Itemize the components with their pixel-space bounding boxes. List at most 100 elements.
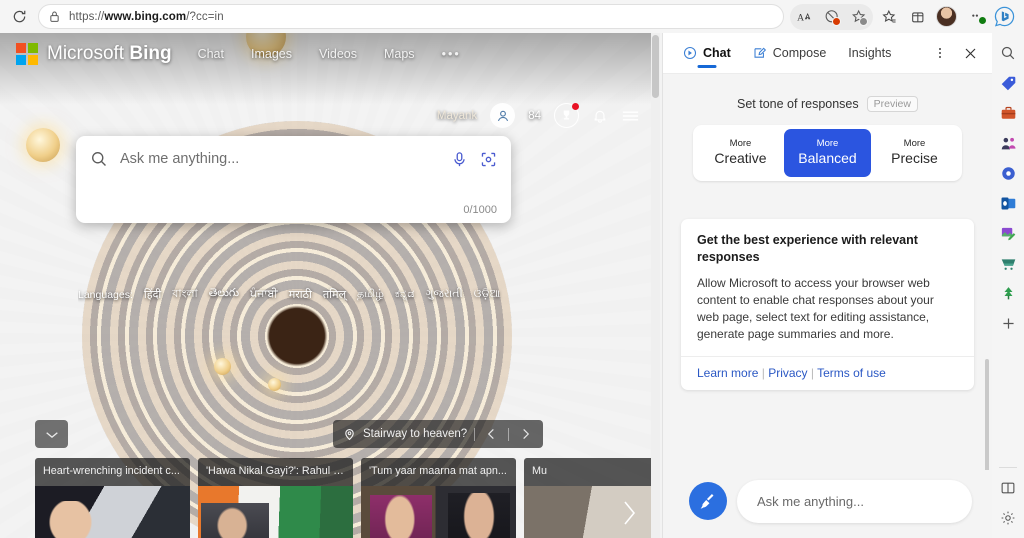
address-bar[interactable]: https://www.bing.com/?cc=in <box>38 4 784 29</box>
tone-balanced[interactable]: More Balanced <box>784 129 871 177</box>
profile-avatar[interactable] <box>933 4 960 30</box>
compose-pencil-icon <box>753 46 767 60</box>
bing-chat-panel: Chat Compose Insights Set tone of respon… <box>662 33 992 538</box>
language-link-gujarati[interactable]: ગુજરાતી <box>425 288 462 301</box>
tone-label: Balanced <box>798 150 857 166</box>
link-separator: | <box>761 366 765 380</box>
bing-nav-more-icon[interactable]: ••• <box>442 48 461 61</box>
chat-input[interactable] <box>757 493 952 509</box>
chat-content-area: Set tone of responses Preview More Creat… <box>663 74 992 470</box>
location-pin-icon <box>343 428 356 441</box>
tab-compose[interactable]: Compose <box>742 33 838 74</box>
svg-text:A: A <box>797 12 804 23</box>
visual-search-icon[interactable] <box>480 151 497 168</box>
news-card-title: 'Hawa Nikal Gayi?': Rahul G... <box>206 465 351 477</box>
tone-precise[interactable]: More Precise <box>871 129 958 177</box>
microsoft-logo-icon <box>16 43 38 65</box>
bing-nav-maps[interactable]: Maps <box>384 47 415 61</box>
page-scrollbar[interactable] <box>651 33 660 538</box>
learn-more-link[interactable]: Learn more <box>697 366 758 380</box>
rail-outlook-icon[interactable] <box>994 189 1022 217</box>
tone-prefix: More <box>729 138 752 149</box>
bing-homepage: Microsoft Bing Chat Images Videos Maps •… <box>0 33 660 538</box>
language-link-punjabi[interactable]: ਪੰਜਾਬੀ <box>250 288 278 301</box>
rail-settings-icon[interactable] <box>994 504 1022 532</box>
privacy-link[interactable]: Privacy <box>768 366 807 380</box>
read-aloud-icon[interactable]: A <box>791 4 818 30</box>
language-link-tamil-dev[interactable]: तमिल् <box>323 287 346 302</box>
microphone-icon[interactable] <box>451 151 468 168</box>
rail-split-screen-icon[interactable] <box>994 474 1022 502</box>
news-card-3[interactable]: 'Tum yaar maarna mat apn... <box>361 458 516 538</box>
language-link-kannada[interactable]: ಕನ್ನಡ <box>395 288 415 301</box>
tone-prefix: More <box>816 138 839 149</box>
rail-tools-icon[interactable] <box>994 99 1022 127</box>
language-link-hindi[interactable]: हिंदी <box>144 287 161 302</box>
bing-nav: Chat Images Videos Maps ••• <box>198 47 461 61</box>
hamburger-menu-icon[interactable] <box>621 108 640 124</box>
new-topic-broom-icon[interactable] <box>689 482 727 520</box>
collections-icon[interactable] <box>875 4 902 30</box>
avatar[interactable] <box>490 103 516 128</box>
news-card-1[interactable]: Heart-wrenching incident c... <box>35 458 190 538</box>
rail-shopping-icon[interactable] <box>994 249 1022 277</box>
bing-nav-chat[interactable]: Chat <box>198 47 224 61</box>
language-link-odia[interactable]: ଓଡ଼ିଆ <box>474 288 500 301</box>
refresh-icon[interactable] <box>6 4 32 30</box>
hero-caption-text: Stairway to heaven? <box>363 428 468 440</box>
language-link-tamil[interactable]: தமிழ் <box>357 288 384 302</box>
carousel-next-button[interactable] <box>516 428 535 440</box>
news-card-2[interactable]: 'Hawa Nikal Gayi?': Rahul G... <box>198 458 353 538</box>
news-card-title: Mu <box>532 465 547 477</box>
caption-divider <box>474 427 476 441</box>
search-input[interactable] <box>120 151 439 167</box>
terms-of-use-link[interactable]: Terms of use <box>817 366 886 380</box>
close-icon[interactable] <box>957 40 983 66</box>
rail-search-icon[interactable] <box>994 39 1022 67</box>
chat-input-row <box>663 470 992 538</box>
language-link-telugu[interactable]: తెలుగు <box>209 287 239 302</box>
bing-nav-videos[interactable]: Videos <box>319 47 357 61</box>
settings-more-icon[interactable] <box>962 4 989 30</box>
chat-scrollbar-thumb[interactable] <box>985 359 989 470</box>
bing-header: Microsoft Bing Chat Images Videos Maps •… <box>0 33 660 75</box>
tone-title: Set tone of responses <box>737 97 859 111</box>
active-tab-indicator <box>697 64 717 68</box>
rail-discounts-icon[interactable] <box>994 69 1022 97</box>
carousel-next-arrow-icon[interactable] <box>616 488 642 538</box>
character-counter: 0/1000 <box>463 204 497 216</box>
rail-office-icon[interactable] <box>994 159 1022 187</box>
rewards-trophy-icon[interactable] <box>554 103 579 128</box>
lamp-decoration <box>214 358 231 375</box>
language-link-marathi[interactable]: मराठी <box>289 287 312 302</box>
rail-drop-icon[interactable] <box>994 279 1022 307</box>
rail-add-icon[interactable] <box>994 309 1022 337</box>
update-badge <box>978 15 987 25</box>
page-scrollbar-thumb[interactable] <box>652 35 659 98</box>
chat-input-field[interactable] <box>737 479 972 523</box>
language-link-bengali[interactable]: বাংলা <box>172 285 197 304</box>
hero-caption-bar: Stairway to heaven? <box>333 420 544 448</box>
bing-nav-images[interactable]: Images <box>251 47 292 61</box>
tracking-prevention-icon[interactable] <box>818 4 845 30</box>
rail-image-creator-icon[interactable] <box>994 219 1022 247</box>
more-vertical-icon[interactable] <box>927 40 953 66</box>
tone-header: Set tone of responses Preview <box>663 96 992 112</box>
tone-creative[interactable]: More Creative <box>697 129 784 177</box>
rail-games-icon[interactable] <box>994 129 1022 157</box>
tab-chat[interactable]: Chat <box>672 33 742 74</box>
search-box: 0/1000 <box>76 136 511 223</box>
bing-chat-icon[interactable] <box>991 4 1018 30</box>
news-card-title: Heart-wrenching incident c... <box>43 465 180 477</box>
toolbar-actions: A <box>790 3 1018 30</box>
favorite-star-icon[interactable] <box>845 4 872 30</box>
browser-essentials-icon[interactable] <box>904 4 931 30</box>
tracking-badge <box>832 16 841 26</box>
chat-tools <box>927 40 983 66</box>
expand-chevron-down-icon[interactable] <box>35 420 68 448</box>
notification-bell-icon[interactable] <box>592 108 608 124</box>
consent-card-heading: Get the best experience with relevant re… <box>697 233 918 264</box>
carousel-prev-button[interactable] <box>482 428 501 440</box>
tab-insights[interactable]: Insights <box>837 33 902 74</box>
news-card-thumbnail <box>198 486 353 538</box>
